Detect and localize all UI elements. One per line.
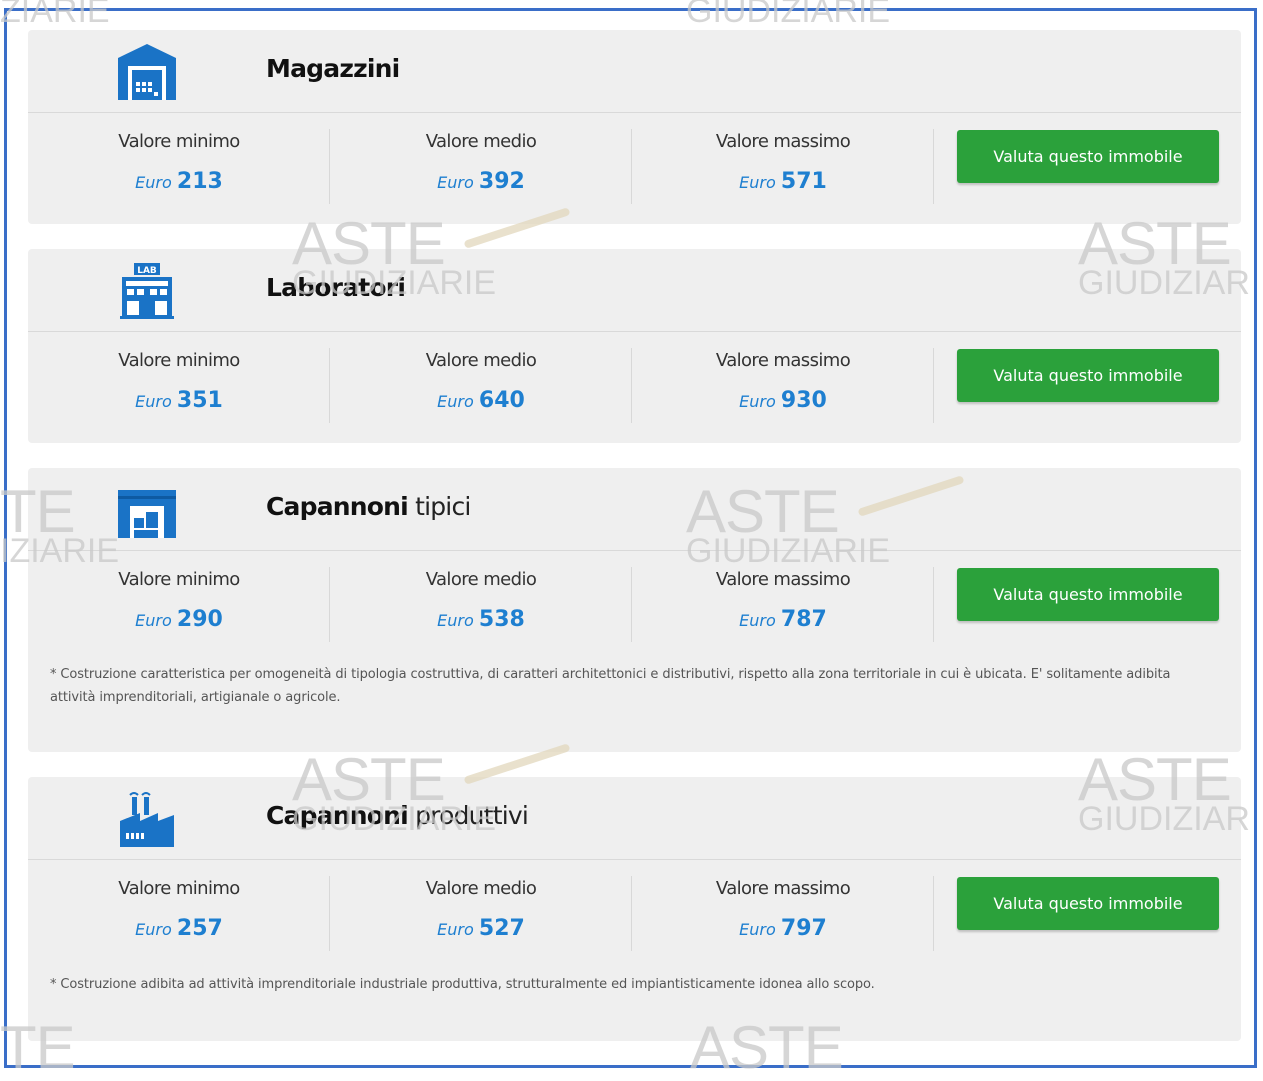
card-title: Laboratori — [266, 273, 406, 302]
card-header: Capannoni tipici — [28, 468, 1241, 551]
currency-label: Euro — [739, 920, 776, 939]
value-row: Valore minimo Euro 213 Valore medio Euro… — [28, 113, 1241, 225]
min-value: Valore minimo Euro 290 — [28, 551, 330, 642]
avg-label: Valore medio — [425, 131, 537, 152]
currency-label: Euro — [437, 920, 474, 939]
min-value: Valore minimo Euro 257 — [28, 860, 330, 951]
currency-label: Euro — [739, 392, 776, 411]
currency-label: Euro — [135, 920, 172, 939]
max-label: Valore massimo — [715, 569, 851, 590]
min-label: Valore minimo — [118, 569, 240, 590]
max-label: Valore massimo — [715, 878, 851, 899]
max-label: Valore massimo — [715, 350, 851, 371]
avg-price: 640 — [478, 388, 525, 413]
min-price: 351 — [176, 388, 223, 413]
card-header: Capannoni produttivi — [28, 777, 1241, 860]
currency-label: Euro — [135, 392, 172, 411]
value-row: Valore minimo Euro 351 Valore medio Euro… — [28, 332, 1241, 444]
currency-label: Euro — [135, 611, 172, 630]
avg-label: Valore medio — [425, 569, 537, 590]
avg-label: Valore medio — [425, 878, 537, 899]
avg-value: Valore medio Euro 640 — [330, 332, 632, 423]
avg-value: Valore medio Euro 392 — [330, 113, 632, 204]
footnote: * Costruzione caratteristica per omogene… — [50, 667, 1171, 705]
currency-label: Euro — [135, 173, 172, 192]
max-label: Valore massimo — [715, 131, 851, 152]
max-value: Valore massimo Euro 797 — [632, 860, 934, 951]
shed-icon — [118, 490, 176, 538]
min-price: 257 — [176, 916, 223, 941]
currency-label: Euro — [437, 173, 474, 192]
min-price: 290 — [176, 607, 223, 632]
currency-label: Euro — [739, 173, 776, 192]
min-label: Valore minimo — [118, 131, 240, 152]
avg-price: 392 — [478, 169, 525, 194]
card-title: Capannoni tipici — [266, 492, 471, 521]
currency-label: Euro — [437, 611, 474, 630]
card-title: Capannoni produttivi — [266, 801, 529, 830]
value-row: Valore minimo Euro 257 Valore medio Euro… — [28, 860, 1241, 972]
min-label: Valore minimo — [118, 350, 240, 371]
max-value: Valore massimo Euro 787 — [632, 551, 934, 642]
avg-price: 527 — [478, 916, 525, 941]
avg-value: Valore medio Euro 538 — [330, 551, 632, 642]
evaluate-button[interactable]: Valuta questo immobile — [957, 130, 1219, 183]
evaluate-button[interactable]: Valuta questo immobile — [957, 568, 1219, 621]
value-row: Valore minimo Euro 290 Valore medio Euro… — [28, 551, 1241, 663]
factory-icon — [120, 792, 174, 847]
max-price: 930 — [780, 388, 827, 413]
avg-value: Valore medio Euro 527 — [330, 860, 632, 951]
min-value: Valore minimo Euro 213 — [28, 113, 330, 204]
min-value: Valore minimo Euro 351 — [28, 332, 330, 423]
card-magazzini: Magazzini Valore minimo Euro 213 Valore … — [28, 30, 1241, 224]
max-value: Valore massimo Euro 571 — [632, 113, 934, 204]
currency-label: Euro — [739, 611, 776, 630]
warehouse-icon — [118, 44, 176, 100]
max-value: Valore massimo Euro 930 — [632, 332, 934, 423]
min-label: Valore minimo — [118, 878, 240, 899]
max-price: 787 — [780, 607, 827, 632]
evaluate-button[interactable]: Valuta questo immobile — [957, 877, 1219, 930]
card-title: Magazzini — [266, 54, 400, 83]
svg-text:LAB: LAB — [137, 266, 157, 276]
laboratory-building-icon: LAB — [120, 263, 174, 319]
card-header: Magazzini — [28, 30, 1241, 113]
currency-label: Euro — [437, 392, 474, 411]
min-price: 213 — [176, 169, 223, 194]
avg-price: 538 — [478, 607, 525, 632]
footnote: * Costruzione adibita ad attività impren… — [50, 977, 875, 992]
card-laboratori: LAB Laboratori Valore minimo Euro 351 Va… — [28, 249, 1241, 443]
card-header: LAB Laboratori — [28, 249, 1241, 332]
card-capannoni-produttivi: Capannoni produttivi Valore minimo Euro … — [28, 777, 1241, 1041]
max-price: 797 — [780, 916, 827, 941]
evaluate-button[interactable]: Valuta questo immobile — [957, 349, 1219, 402]
max-price: 571 — [780, 169, 827, 194]
avg-label: Valore medio — [425, 350, 537, 371]
card-capannoni-tipici: Capannoni tipici Valore minimo Euro 290 … — [28, 468, 1241, 752]
